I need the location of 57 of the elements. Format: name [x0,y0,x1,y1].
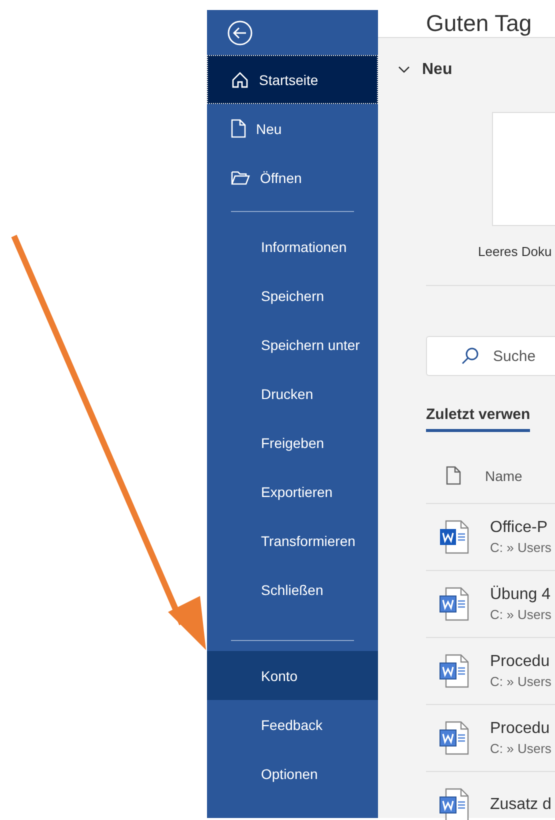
file-name: Office-P [490,519,548,537]
file-path: C: » Users [490,607,552,622]
template-label: Leeres Doku [478,244,553,259]
sidebar-item-label: Drucken [261,386,314,402]
search-icon [461,347,479,365]
sidebar-item[interactable]: Speichern [207,271,378,320]
sidebar-item-label: Speichern unter [261,336,360,352]
document-icon [446,466,461,485]
sidebar-item-label: Speichern [261,288,324,304]
file-row[interactable]: Office-P C: » Users [426,504,555,571]
file-path: C: » Users [490,540,552,555]
column-header[interactable]: Name [485,468,522,484]
sidebar-item[interactable]: Optionen [207,749,378,798]
sidebar-item-label: Startseite [259,72,318,88]
sidebar-item-label: Feedback [261,716,322,732]
sidebar-item[interactable]: Schließen [207,565,378,614]
file-name: Procedu [490,720,551,738]
file-path: C: » Users [490,741,552,756]
document-icon [231,119,246,138]
file-name: Procedu [490,653,551,671]
file-row[interactable]: Procedu C: » Users [426,638,555,705]
sidebar-item[interactable]: Speichern unter [207,320,378,369]
recent-tab[interactable]: Zuletzt verwen [426,406,530,432]
file-name: Übung 4 [490,586,552,604]
sidebar-item[interactable]: Öffnen [207,153,378,202]
sidebar-item[interactable]: Feedback [207,700,378,749]
sidebar-item[interactable]: Startseite [207,55,378,104]
search-input[interactable]: Suche [493,348,553,364]
back-icon[interactable] [227,20,253,46]
sidebar-item[interactable]: Freigeben [207,418,378,467]
section-title: Neu [422,61,452,79]
home-icon [231,70,249,88]
file-name: Zusatz d [490,796,552,814]
sidebar-item[interactable]: Drucken [207,369,378,418]
greeting-title: Guten Tag [426,10,532,37]
sidebar-item-label: Neu [256,120,282,136]
file-row[interactable]: Übung 4 C: » Users [426,571,555,638]
sidebar-item-label: Freigeben [261,434,324,450]
sidebar-item-label: Schließen [261,582,324,598]
search-bar[interactable]: Suche [426,336,555,376]
chevron-icon[interactable] [398,66,410,74]
sidebar-item-label: Optionen [261,766,318,782]
blank-document-thumbnail[interactable] [492,112,555,226]
folder-icon [231,170,250,185]
sidebar-item-label: Transformieren [261,532,356,548]
file-row[interactable]: Procedu C: » Users [426,705,555,772]
sidebar-item[interactable]: Transformieren [207,516,378,565]
file-row[interactable]: Zusatz d [426,772,555,820]
sidebar-item-label: Informationen [261,238,347,254]
sidebar-item-label: Öffnen [260,170,302,186]
sidebar-item[interactable]: Neu [207,104,378,153]
file-path: C: » Users [490,674,552,689]
sidebar-item[interactable]: Exportieren [207,467,378,516]
sidebar-item-label: Konto [261,668,298,684]
sidebar-item[interactable]: Konto [207,651,378,700]
sidebar-item-label: Exportieren [261,484,333,500]
sidebar-item[interactable]: Informationen [207,222,378,271]
